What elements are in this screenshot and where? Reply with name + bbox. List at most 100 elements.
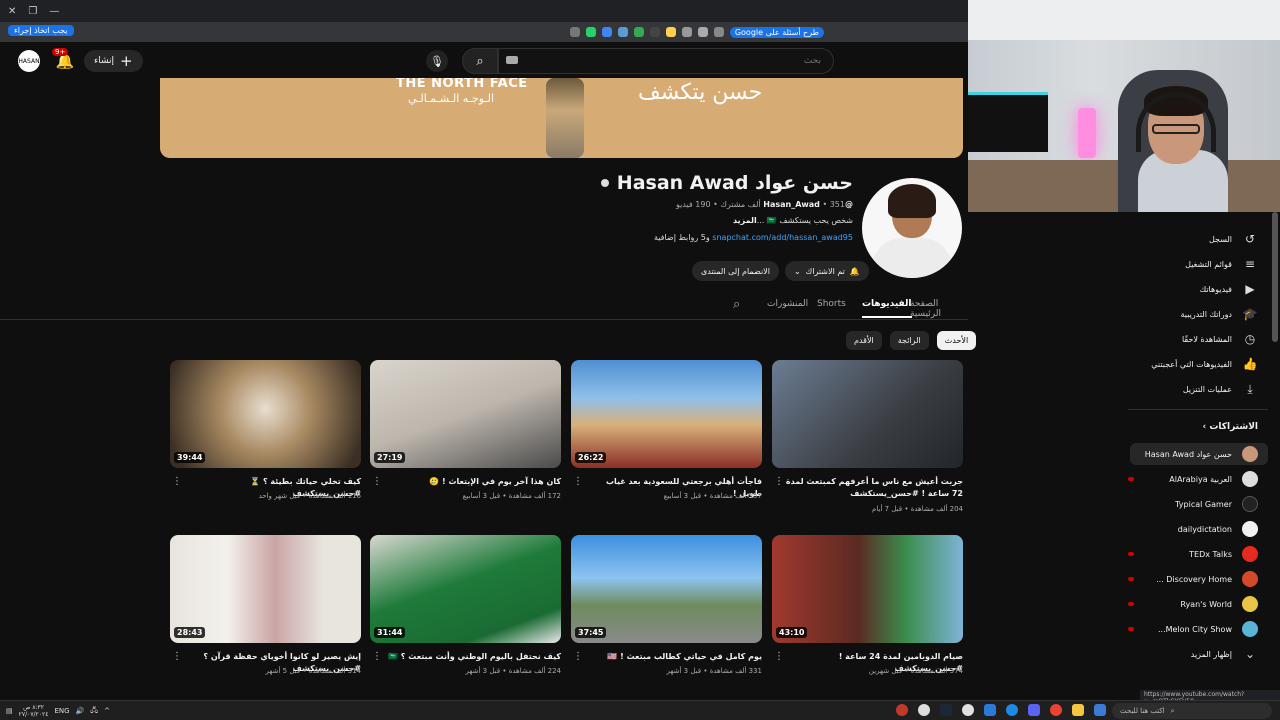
more-vert-icon[interactable]: ⋮ (372, 476, 382, 487)
subscriptions-header[interactable]: الاشتراكات › (1203, 422, 1259, 432)
app-icon[interactable] (896, 704, 908, 716)
video-card[interactable]: 28:43 إيش يصير لو كانوا أخوياي حفظة قرآن… (170, 535, 361, 675)
bookmark-icon[interactable] (681, 27, 692, 37)
notifications-bell-icon[interactable]: 🔔 9+ (52, 48, 76, 72)
window-minimize-icon[interactable]: — (49, 6, 59, 17)
bookmark-icon[interactable] (569, 27, 580, 37)
video-title[interactable]: يوم كامل في حياتي كطالب مبتعث ! 🇺🇸 (582, 651, 762, 663)
tab-shorts[interactable]: Shorts (817, 299, 846, 309)
keyboard-icon[interactable] (506, 56, 518, 64)
tray-chevron-icon[interactable]: ^ (104, 707, 110, 715)
edge-icon[interactable] (1006, 704, 1018, 716)
video-card[interactable]: 27:19 كان هذا آخر يوم في الإبتعاث ! 🥲 17… (370, 360, 561, 500)
subscribed-button[interactable]: ⌄ تم الاشتراك 🔔 (784, 261, 869, 281)
chip-popular[interactable]: الرائجة (889, 331, 929, 350)
join-button[interactable]: الانضمام إلى المنتدى (692, 261, 779, 281)
tab-search-icon[interactable]: ⌕ (733, 297, 740, 312)
video-thumbnail[interactable]: 26:22 (571, 360, 762, 468)
video-thumbnail[interactable]: 31:44 (370, 535, 561, 643)
bookmark-icon[interactable] (713, 27, 724, 37)
sidebar-sub-dailydictation[interactable]: dailydictation (1128, 518, 1258, 540)
sidebar-item-history[interactable]: ↺ السجل (1128, 228, 1258, 250)
bookmark-icon[interactable] (585, 27, 596, 37)
more-vert-icon[interactable]: ⋮ (573, 476, 583, 487)
more-vert-icon[interactable]: ⋮ (172, 651, 182, 662)
app-icon[interactable] (962, 704, 974, 716)
sidebar-item-playlists[interactable]: ≡ قوائم التشغيل (1128, 253, 1258, 275)
video-card[interactable]: 37:45 يوم كامل في حياتي كطالب مبتعث ! 🇺🇸… (571, 535, 762, 675)
sidebar-show-more[interactable]: ⌄ إظهار المزيد (1128, 643, 1258, 665)
sidebar-item-watch-later[interactable]: ◷ المشاهدة لاحقًا (1128, 328, 1258, 350)
sidebar-item-courses[interactable]: 🎓 دوراتك التدريبية (1128, 303, 1258, 325)
chip-oldest[interactable]: الأقدم (846, 331, 882, 350)
chip-latest[interactable]: الأحدث (936, 331, 977, 350)
video-thumbnail[interactable] (772, 360, 963, 468)
mic-icon[interactable]: 🎙 (426, 50, 448, 72)
more-vert-icon[interactable]: ⋮ (573, 651, 583, 662)
video-title[interactable]: كان هذا آخر يوم في الإبتعاث ! 🥲 (381, 476, 561, 488)
snapchat-link[interactable]: snapchat.com/add/hassan_awad95 (712, 233, 853, 242)
language-indicator[interactable]: ENG (54, 707, 69, 715)
account-avatar[interactable]: HASAN (18, 50, 40, 72)
window-restore-icon[interactable]: ❐ (28, 6, 37, 17)
action-required-button[interactable]: يجب اتخاذ إجراء (8, 25, 74, 36)
more-vert-icon[interactable]: ⋮ (774, 476, 784, 487)
volume-icon[interactable]: 🔊 (76, 707, 85, 715)
window-close-icon[interactable]: ✕ (8, 6, 16, 17)
sidebar-sub-melon-city[interactable]: Melon City Show... (1128, 618, 1258, 640)
sidebar-item-downloads[interactable]: ⤓ عمليات التنزيل (1128, 378, 1258, 400)
sidebar-sub-typical-gamer[interactable]: Typical Gamer (1128, 493, 1258, 515)
video-thumbnail[interactable]: 27:19 (370, 360, 561, 468)
taskbar-search[interactable]: ⌕ اكتب هنا للبحث (1112, 703, 1272, 719)
video-title[interactable]: جربت أعيش مع ناس ما أعرفهم كمبتعث لمدة 7… (783, 476, 963, 500)
clock[interactable]: ٨:٣٢ ص ٢٧/٠٧/٢٠٢٤ (19, 704, 49, 718)
notification-center-icon[interactable]: ▤ (6, 707, 13, 715)
sidebar-sub-hasan-awad[interactable]: حسن عواد Hasan Awad (1130, 443, 1268, 465)
bookmark-google-ask[interactable]: طرح أسئلة على Google (729, 26, 824, 38)
video-title[interactable]: كيف نحتفل باليوم الوطني وأنت مبتعث ؟ 🇸🇦 (381, 651, 561, 663)
network-icon[interactable]: 🖧 (90, 706, 98, 717)
more-vert-icon[interactable]: ⋮ (172, 476, 182, 487)
sidebar-item-your-videos[interactable]: ▶ فيديوهاتك (1128, 278, 1258, 300)
video-thumbnail[interactable]: 43:10 (772, 535, 963, 643)
bookmark-icon[interactable] (633, 27, 644, 37)
sidebar-sub-alarabiya[interactable]: العربية AlArabiya (1128, 468, 1258, 490)
discord-icon[interactable] (1028, 704, 1040, 716)
bookmark-icon[interactable] (601, 27, 612, 37)
video-card[interactable]: 43:10 صيام الدوبامين لمدة 24 ساعة ! #حسن… (772, 535, 963, 675)
video-card[interactable]: 39:44 كيف تخلي حياتك بطيئة ؟ ⏳ #حسن_يستك… (170, 360, 361, 500)
video-card[interactable]: جربت أعيش مع ناس ما أعرفهم كمبتعث لمدة 7… (772, 360, 963, 513)
chrome-icon[interactable] (1050, 704, 1062, 716)
star-icon[interactable] (665, 27, 676, 37)
create-button[interactable]: إنشاء + (84, 50, 143, 72)
sidebar-sub-tedx[interactable]: TEDx Talks (1128, 543, 1258, 565)
sidebar-scrollbar[interactable] (1272, 212, 1278, 342)
app-icon[interactable] (984, 704, 996, 716)
video-card[interactable]: 26:22 فاجأت أهلي برجعتي للسعودية بعد غيا… (571, 360, 762, 500)
app-icon[interactable] (1094, 704, 1106, 716)
channel-description[interactable]: شخص يحب يستكشف 🇸🇦 ...المزيد (601, 216, 853, 225)
bookmark-icon[interactable] (617, 27, 628, 37)
video-thumbnail[interactable]: 37:45 (571, 535, 762, 643)
more-link[interactable]: المزيد (733, 216, 757, 225)
sidebar-sub-discovery[interactable]: Discovery Home ... (1128, 568, 1258, 590)
extra-links[interactable]: و5 روابط إضافية (654, 233, 710, 242)
bookmark-icon[interactable] (649, 27, 660, 37)
app-icon[interactable] (918, 704, 930, 716)
tab-posts[interactable]: المنشورات (767, 299, 808, 309)
sidebar-sub-ryans-world[interactable]: Ryan's World (1128, 593, 1258, 615)
video-thumbnail[interactable]: 28:43 (170, 535, 361, 643)
tab-videos[interactable]: الفيديوهات (862, 299, 912, 318)
video-thumbnail[interactable]: 39:44 (170, 360, 361, 468)
sidebar-item-liked[interactable]: 👍 الفيديوهات التي أعجبتني (1128, 353, 1258, 375)
steam-icon[interactable] (940, 704, 952, 716)
more-vert-icon[interactable]: ⋮ (372, 651, 382, 662)
more-vert-icon[interactable]: ⋮ (774, 651, 784, 662)
video-card[interactable]: 31:44 كيف نحتفل باليوم الوطني وأنت مبتعث… (370, 535, 561, 675)
tab-home[interactable]: الصفحة الرئيسية (910, 299, 968, 319)
file-explorer-icon[interactable] (1072, 704, 1084, 716)
search-button[interactable]: ⌕ (462, 48, 498, 74)
bookmark-icon[interactable] (697, 27, 708, 37)
channel-avatar[interactable] (862, 178, 962, 278)
search-input[interactable] (498, 48, 834, 74)
